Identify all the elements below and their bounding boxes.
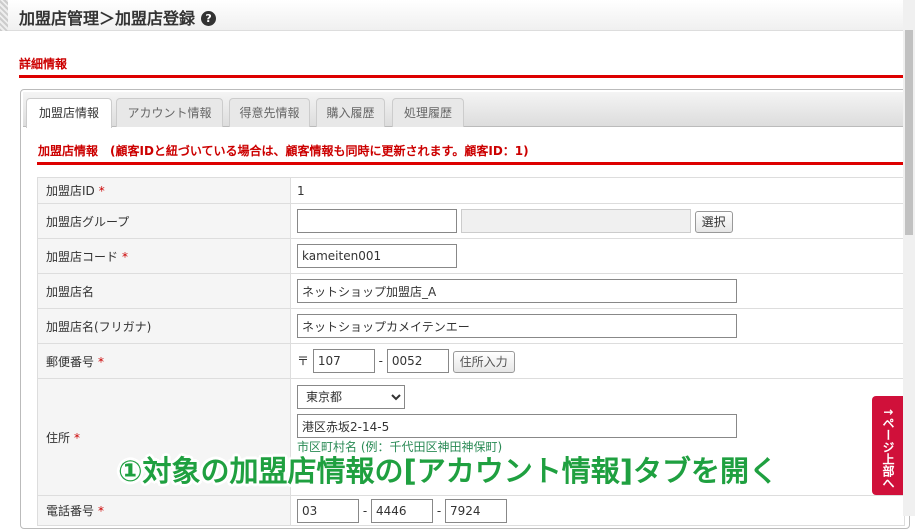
required-mark: * [98,184,105,198]
tab-store-info[interactable]: 加盟店情報 [26,98,112,128]
row-code: 加盟店コード * [37,238,905,274]
group-input[interactable] [297,209,457,233]
field-label: 加盟店コード [46,249,119,264]
label-cell: 加盟店ID * [37,177,291,204]
value-cell [290,238,905,274]
value-cell: 〒 - 住所入力 [290,343,905,379]
label-cell: 郵便番号 * [37,343,291,379]
divider [37,162,903,165]
city-input[interactable] [297,414,737,438]
required-mark: * [122,249,129,264]
field-label: 加盟店名 [37,273,291,309]
section-title: 詳細情報 [19,57,68,71]
subheading: 加盟店情報 (顧客IDと紐づいている場合は、顧客情報も同時に更新されます。顧客I… [38,144,529,158]
tab-account-info[interactable]: アカウント情報 [116,98,223,127]
page-title: 加盟店管理＞加盟店登録? [19,5,217,29]
tab-purchase-history[interactable]: 購入履歴 [316,98,385,127]
separator: - [436,503,442,518]
tab-process-history[interactable]: 処理履歴 [392,98,464,127]
address-lookup-button[interactable]: 住所入力 [452,350,515,373]
title-text: 加盟店管理＞加盟店登録 [19,9,196,28]
page-header: 加盟店管理＞加盟店登録? [0,0,903,31]
field-label: 加盟店名(フリガナ) [37,308,291,344]
row-name: 加盟店名 [37,273,905,309]
phone-input-3[interactable] [445,498,507,523]
value-cell [290,273,905,309]
phone-input-1[interactable] [297,498,359,523]
select-button[interactable]: 選択 [694,210,733,233]
value-cell: 選択 [290,203,905,239]
row-kana: 加盟店名(フリガナ) [37,308,905,344]
postal-input-2[interactable] [386,349,449,373]
separator: - [378,354,384,368]
field-label: 加盟店ID [46,184,95,198]
row-group: 加盟店グループ 選択 [37,203,905,239]
code-input[interactable] [297,244,457,268]
row-postal: 郵便番号*〒 - 住所入力 [37,343,905,379]
question-circle-icon[interactable]: ? [201,11,217,26]
header-stripe [0,0,8,31]
name-input[interactable] [297,279,737,303]
tab-bar: 加盟店情報 アカウント情報 得意先情報 購入履歴 処理履歴 [23,92,909,128]
value-cell [290,308,905,344]
postal-input-1[interactable] [312,349,375,373]
instruction-caption: ①対象の加盟店情報の[アカウント情報]タブを開く [118,454,779,488]
field-label: 加盟店グループ [37,203,291,239]
kana-input[interactable] [297,314,737,338]
phone-input-2[interactable] [371,498,433,523]
store-id-value: 1 [290,177,905,204]
label-cell: 加盟店コード * [37,238,291,274]
required-mark: * [98,354,105,369]
required-mark: * [74,430,81,445]
row-phone: 電話番号* - - [37,495,905,526]
field-label: 住所 [46,430,71,445]
group-name-input[interactable] [460,209,691,233]
field-label: 郵便番号 [46,354,95,369]
page-top-button[interactable]: ↑ページ上部へ [872,396,903,495]
postal-mark: 〒 [297,354,310,368]
scrollbar-thumb[interactable] [905,30,913,235]
divider [19,75,903,78]
label-cell: 電話番号 * [37,495,291,526]
row-id: 加盟店ID * 1 [37,177,905,204]
value-cell: - - [290,495,905,526]
separator: - [362,503,368,518]
prefecture-select[interactable]: 東京都 [297,385,405,409]
tab-customer-info[interactable]: 得意先情報 [229,98,310,127]
